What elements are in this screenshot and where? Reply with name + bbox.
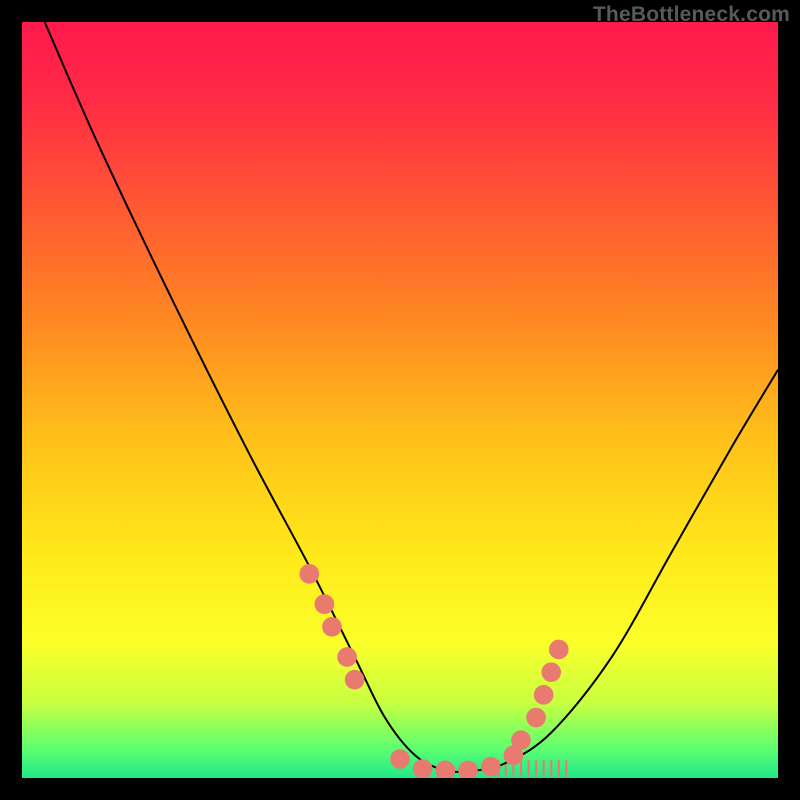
bottleneck-chart — [22, 22, 778, 778]
watermark-text: TheBottleneck.com — [593, 3, 790, 27]
gradient-background — [22, 22, 778, 778]
chart-frame: TheBottleneck.com — [0, 0, 800, 800]
